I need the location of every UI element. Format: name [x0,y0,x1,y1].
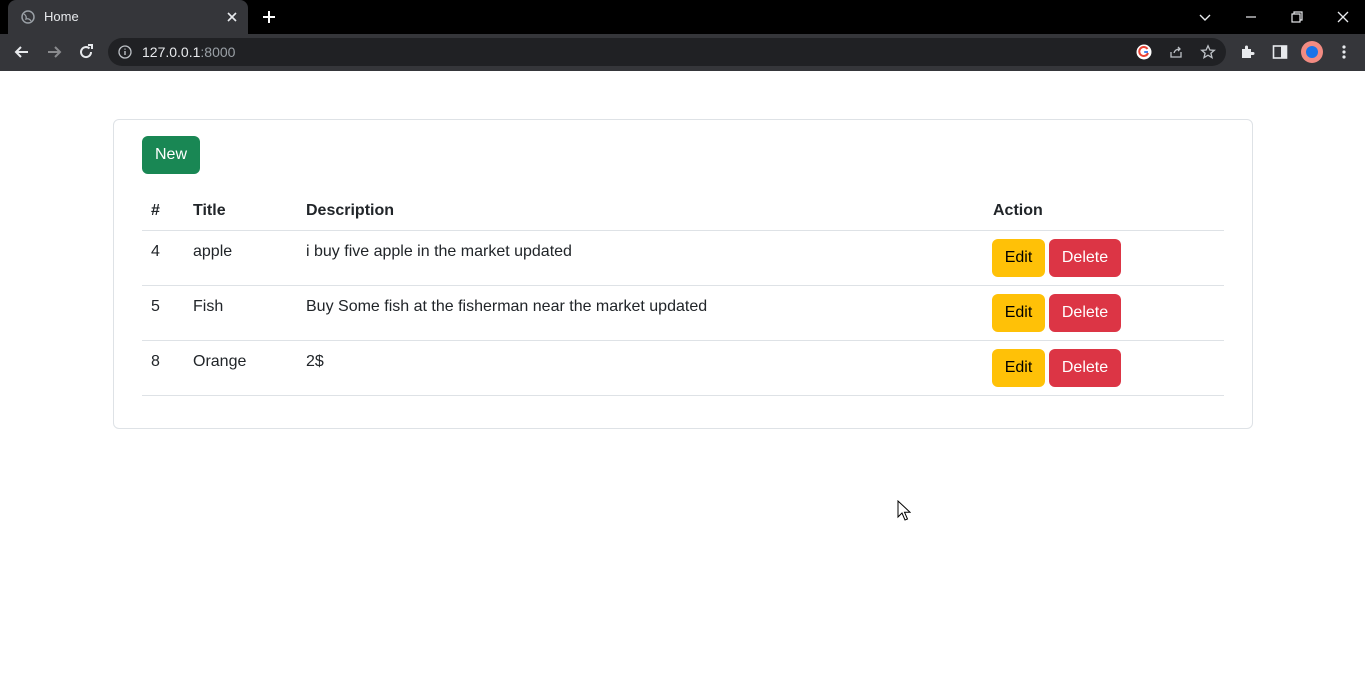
column-header-description: Description [306,202,395,219]
tab-title: Home [44,9,79,24]
new-tab-icon[interactable] [261,9,277,25]
row-description: i buy five apple in the market updated [306,243,572,260]
edit-button[interactable]: Edit [992,239,1045,277]
share-icon[interactable] [1168,44,1184,60]
back-arrow-icon[interactable] [12,42,32,62]
side-panel-icon[interactable] [1271,43,1289,61]
delete-button[interactable]: Delete [1049,239,1121,277]
row-title: apple [193,243,233,260]
row-divider [142,395,1224,396]
url-text: 127.0.0.1:8000 [142,44,236,60]
header-divider [142,230,1224,231]
restore-icon[interactable] [1287,7,1307,27]
row-description: Buy Some fish at the fisherman near the … [306,298,708,315]
minimize-icon[interactable] [1241,7,1261,27]
row-divider [142,340,1224,341]
edit-button[interactable]: Edit [992,349,1045,387]
browser-toolbar: 127.0.0.1:8000 [0,34,1365,71]
new-button[interactable]: New [142,136,200,174]
window-close-icon[interactable] [1333,7,1353,27]
delete-button[interactable]: Delete [1049,294,1121,332]
delete-button[interactable]: Delete [1049,349,1121,387]
avatar-inner [1306,46,1318,58]
row-id: 4 [151,243,160,260]
address-bar[interactable]: 127.0.0.1:8000 [108,38,1226,66]
tab-strip: Home [0,0,1365,34]
google-icon[interactable] [1136,44,1152,60]
globe-icon [21,10,35,24]
column-header-id: # [151,202,160,219]
row-title: Fish [193,298,224,315]
edit-button[interactable]: Edit [992,294,1045,332]
star-icon[interactable] [1200,44,1216,60]
chevron-down-icon[interactable] [1195,7,1215,27]
column-header-title: Title [193,202,226,219]
row-id: 8 [151,353,160,370]
info-icon[interactable] [118,45,132,59]
mouse-cursor-icon [897,500,911,521]
row-divider [142,285,1224,286]
extensions-icon[interactable] [1239,43,1257,61]
todo-card: New # Title Description Action 4 apple i… [113,119,1253,429]
browser-tab[interactable]: Home [8,0,248,34]
reload-icon[interactable] [76,42,96,62]
row-title: Orange [193,353,247,370]
close-icon[interactable] [224,9,240,25]
forward-arrow-icon[interactable] [44,42,64,62]
row-id: 5 [151,298,160,315]
profile-avatar[interactable] [1301,41,1323,63]
column-header-action: Action [993,202,1043,219]
row-description: 2$ [306,353,324,370]
more-menu-icon[interactable] [1335,43,1353,61]
